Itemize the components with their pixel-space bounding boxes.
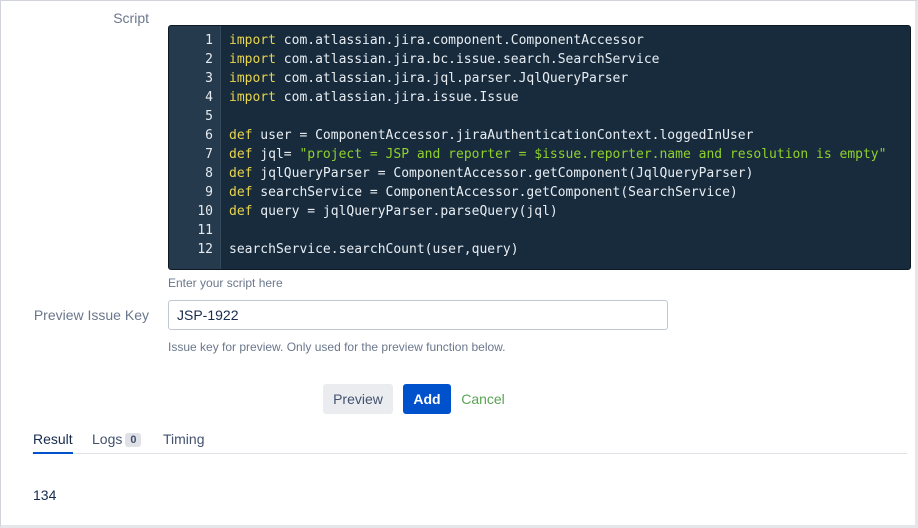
code-text: com.atlassian.jira.jql.parser.JqlQueryPa… (275, 71, 629, 86)
tab-result[interactable]: Result (33, 431, 73, 454)
line-code: import com.atlassian.jira.bc.issue.searc… (213, 50, 659, 69)
line-number: 4 (205, 90, 213, 105)
code-line[interactable]: 2 import com.atlassian.jira.bc.issue.sear… (169, 50, 910, 69)
add-button[interactable]: Add (403, 384, 451, 414)
dialog-frame: Script 1 import com.atlassian.jira.compon… (0, 0, 918, 528)
line-number: 2 (205, 52, 213, 67)
code-line[interactable]: 4 import com.atlassian.jira.issue.Issue (169, 88, 910, 107)
code-text: searchService.searchCount(user,query) (229, 242, 519, 257)
tab-timing-label: Timing (163, 431, 205, 447)
line-code: import com.atlassian.jira.component.Comp… (213, 31, 644, 50)
line-code: def jql= "project = JSP and reporter = $… (213, 145, 886, 164)
tab-logs-label: Logs (92, 431, 123, 447)
code-keyword: def (229, 128, 253, 143)
code-text: searchService = ComponentAccessor.getCom… (252, 185, 738, 200)
script-help-text: Enter your script here (168, 276, 283, 290)
tab-timing[interactable]: Timing (163, 431, 205, 454)
script-editor[interactable]: 1 import com.atlassian.jira.component.Com… (168, 25, 911, 270)
line-code: import com.atlassian.jira.jql.parser.Jql… (213, 69, 628, 88)
code-keyword: import (229, 71, 276, 86)
line-code: def user = ComponentAccessor.jiraAuthent… (213, 126, 753, 145)
result-tabs: Result Logs 0 Timing (32, 429, 907, 454)
line-number: 12 (197, 242, 213, 257)
code-text: jql= (252, 147, 300, 162)
code-line[interactable]: 11 (169, 221, 910, 240)
code-keyword: def (229, 204, 253, 219)
code-keyword: def (229, 166, 253, 181)
code-line[interactable]: 3 import com.atlassian.jira.jql.parser.Jq… (169, 69, 910, 88)
logs-count-badge: 0 (125, 433, 142, 447)
line-number: 10 (197, 204, 213, 219)
code-keyword: import (229, 90, 276, 105)
code-text: jqlQueryParser = ComponentAccessor.getCo… (252, 166, 754, 181)
line-code: def jqlQueryParser = ComponentAccessor.g… (213, 164, 753, 183)
code-string: "project = JSP and reporter = $issue.rep… (299, 147, 887, 162)
line-code: import com.atlassian.jira.issue.Issue (213, 88, 519, 107)
code-line[interactable]: 8 def jqlQueryParser = ComponentAccessor.… (169, 164, 910, 183)
code-lines[interactable]: 1 import com.atlassian.jira.component.Com… (169, 31, 910, 259)
code-keyword: import (229, 33, 276, 48)
cancel-button[interactable]: Cancel (457, 384, 509, 414)
code-line[interactable]: 10 def query = jqlQueryParser.parseQuery(… (169, 202, 910, 221)
result-value: 134 (33, 487, 57, 503)
line-number: 5 (205, 109, 213, 124)
line-number: 9 (205, 185, 213, 200)
line-number: 6 (205, 128, 213, 143)
tab-logs[interactable]: Logs 0 (92, 431, 142, 454)
code-line[interactable]: 7 def jql= "project = JSP and reporter = … (169, 145, 910, 164)
line-number: 1 (205, 33, 213, 48)
preview-issue-key-label: Preview Issue Key (33, 307, 149, 323)
code-keyword: def (229, 147, 253, 162)
code-line[interactable]: 6 def user = ComponentAccessor.jiraAuthen… (169, 126, 910, 145)
code-line[interactable]: 9 def searchService = ComponentAccessor.g… (169, 183, 910, 202)
line-code: def searchService = ComponentAccessor.ge… (213, 183, 738, 202)
code-text: com.atlassian.jira.component.ComponentAc… (275, 33, 644, 48)
code-line[interactable]: 12 searchService.searchCount(user,query) (169, 240, 910, 259)
code-text: com.atlassian.jira.bc.issue.search.Searc… (275, 52, 660, 67)
line-number: 8 (205, 166, 213, 181)
code-line[interactable]: 1 import com.atlassian.jira.component.Com… (169, 31, 910, 50)
code-text: user = ComponentAccessor.jiraAuthenticat… (252, 128, 754, 143)
line-code: searchService.searchCount(user,query) (213, 240, 519, 259)
script-label: Script (113, 10, 149, 26)
line-number: 3 (205, 71, 213, 86)
code-text: query = jqlQueryParser.parseQuery(jql) (252, 204, 558, 219)
preview-issue-key-input[interactable] (168, 300, 668, 330)
issue-key-help-text: Issue key for preview. Only used for the… (168, 340, 506, 354)
code-keyword: import (229, 52, 276, 67)
code-line[interactable]: 5 (169, 107, 910, 126)
line-number: 11 (197, 223, 213, 238)
line-code: def query = jqlQueryParser.parseQuery(jq… (213, 202, 558, 221)
code-text: com.atlassian.jira.issue.Issue (275, 90, 519, 105)
preview-button[interactable]: Preview (323, 384, 393, 414)
line-number: 7 (205, 147, 213, 162)
tab-result-label: Result (33, 431, 73, 447)
code-keyword: def (229, 185, 253, 200)
